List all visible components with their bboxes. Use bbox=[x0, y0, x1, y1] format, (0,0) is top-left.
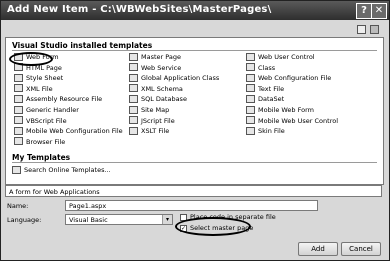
file-icon bbox=[246, 94, 255, 103]
template-item-label: Assembly Resource File bbox=[26, 95, 103, 104]
file-icon bbox=[129, 63, 138, 72]
template-item[interactable]: JScript File bbox=[129, 116, 175, 126]
file-icon bbox=[14, 84, 23, 93]
template-item[interactable]: DataSet bbox=[246, 94, 285, 104]
file-icon bbox=[246, 63, 255, 72]
file-icon bbox=[129, 126, 138, 135]
template-item-label: Skin File bbox=[258, 127, 285, 136]
template-item-label: Global Application Class bbox=[141, 74, 220, 83]
file-icon bbox=[129, 84, 138, 93]
file-icon bbox=[246, 52, 255, 61]
template-item[interactable]: Mobile Web Form bbox=[246, 105, 314, 115]
file-icon bbox=[246, 84, 255, 93]
template-item[interactable]: XML Schema bbox=[129, 84, 183, 94]
template-item[interactable]: Generic Handler bbox=[14, 105, 79, 115]
template-item[interactable]: VBScript File bbox=[14, 116, 67, 126]
template-search-online[interactable]: Search Online Templates... bbox=[12, 165, 111, 175]
cancel-button[interactable]: Cancel bbox=[341, 242, 381, 256]
name-input[interactable]: Page1.aspx bbox=[65, 200, 318, 211]
file-icon bbox=[246, 105, 255, 114]
add-button[interactable]: Add bbox=[298, 242, 338, 256]
language-dropdown[interactable]: Visual Basic ▾ bbox=[65, 214, 173, 225]
template-item[interactable]: Text File bbox=[246, 84, 285, 94]
section-divider bbox=[12, 50, 377, 51]
file-icon bbox=[14, 105, 23, 114]
templates-list[interactable]: Visual Studio installed templates Web Fo… bbox=[5, 37, 384, 185]
template-item-label: Mobile Web Form bbox=[258, 106, 314, 114]
template-item-label: DataSet bbox=[258, 95, 285, 104]
small-icons-view-icon[interactable] bbox=[370, 25, 379, 34]
template-item-label: Mobile Web Configuration File bbox=[26, 127, 123, 136]
template-item[interactable]: Global Application Class bbox=[129, 73, 220, 83]
template-item[interactable]: Class bbox=[246, 63, 276, 73]
template-item-label: Generic Handler bbox=[26, 106, 79, 114]
file-icon bbox=[129, 116, 138, 125]
template-item[interactable]: Mobile Web User Control bbox=[246, 116, 339, 126]
template-item[interactable]: Web Service bbox=[129, 63, 182, 73]
template-item-label: Class bbox=[258, 63, 276, 72]
chevron-down-icon[interactable]: ▾ bbox=[162, 215, 172, 224]
master-page-highlight-circle bbox=[175, 217, 251, 236]
file-icon bbox=[246, 126, 255, 135]
file-icon bbox=[129, 105, 138, 114]
template-item[interactable]: XML File bbox=[14, 84, 53, 94]
template-item-label: Master Page bbox=[141, 53, 181, 61]
file-icon bbox=[14, 94, 23, 103]
template-item[interactable]: Browser File bbox=[14, 137, 66, 147]
file-icon bbox=[14, 126, 23, 135]
language-value: Visual Basic bbox=[69, 216, 108, 224]
section-installed-templates: Visual Studio installed templates bbox=[12, 41, 153, 50]
file-icon bbox=[246, 73, 255, 82]
template-item[interactable]: Web User Control bbox=[246, 52, 315, 62]
file-icon bbox=[129, 52, 138, 61]
search-icon bbox=[12, 165, 21, 174]
template-item[interactable]: Assembly Resource File bbox=[14, 94, 103, 104]
file-icon bbox=[129, 94, 138, 103]
name-label: Name: bbox=[7, 202, 29, 210]
help-icon[interactable]: ? bbox=[356, 3, 372, 19]
dialog-title: Add New Item - C:\WBWebSites\MasterPages… bbox=[7, 4, 272, 15]
template-item-label: Web Configuration File bbox=[258, 74, 332, 83]
template-item[interactable]: Web Configuration File bbox=[246, 73, 332, 83]
template-item[interactable]: Mobile Web Configuration File bbox=[14, 126, 123, 136]
template-item[interactable]: Style Sheet bbox=[14, 73, 64, 83]
language-label: Language: bbox=[7, 216, 42, 224]
template-item-label: Web Service bbox=[141, 63, 182, 72]
template-item-label: JScript File bbox=[141, 116, 175, 125]
template-item[interactable]: Site Map bbox=[129, 105, 170, 115]
file-icon bbox=[14, 73, 23, 82]
title-bar[interactable]: Add New Item - C:\WBWebSites\MasterPages… bbox=[1, 1, 389, 20]
file-icon bbox=[14, 116, 23, 125]
template-item-label: XSLT File bbox=[141, 127, 170, 136]
template-item-label: Site Map bbox=[141, 106, 170, 114]
file-icon bbox=[129, 73, 138, 82]
close-icon[interactable]: ✕ bbox=[371, 3, 387, 19]
template-item-label: VBScript File bbox=[26, 116, 67, 125]
template-item-label: Web User Control bbox=[258, 53, 315, 61]
template-item-label: Browser File bbox=[26, 137, 66, 146]
section-my-templates: My Templates bbox=[12, 153, 71, 162]
template-item[interactable]: XSLT File bbox=[129, 126, 170, 136]
template-description: A form for Web Applications bbox=[5, 185, 382, 197]
add-new-item-dialog: Add New Item - C:\WBWebSites\MasterPages… bbox=[0, 0, 390, 261]
web-form-highlight-circle bbox=[9, 52, 53, 66]
template-item-label: Mobile Web User Control bbox=[258, 116, 339, 125]
large-icons-view-icon[interactable] bbox=[357, 25, 366, 34]
template-item[interactable]: Master Page bbox=[129, 52, 181, 62]
file-icon bbox=[246, 116, 255, 125]
template-item[interactable]: Skin File bbox=[246, 126, 285, 136]
template-item[interactable]: SQL Database bbox=[129, 94, 187, 104]
template-item-label: Style Sheet bbox=[26, 74, 64, 83]
template-item-label: SQL Database bbox=[141, 95, 187, 104]
template-item-label: XML File bbox=[26, 84, 53, 93]
section-divider bbox=[12, 162, 377, 163]
template-item-label: Text File bbox=[258, 84, 285, 93]
template-item-label: XML Schema bbox=[141, 84, 183, 93]
file-icon bbox=[14, 137, 23, 146]
